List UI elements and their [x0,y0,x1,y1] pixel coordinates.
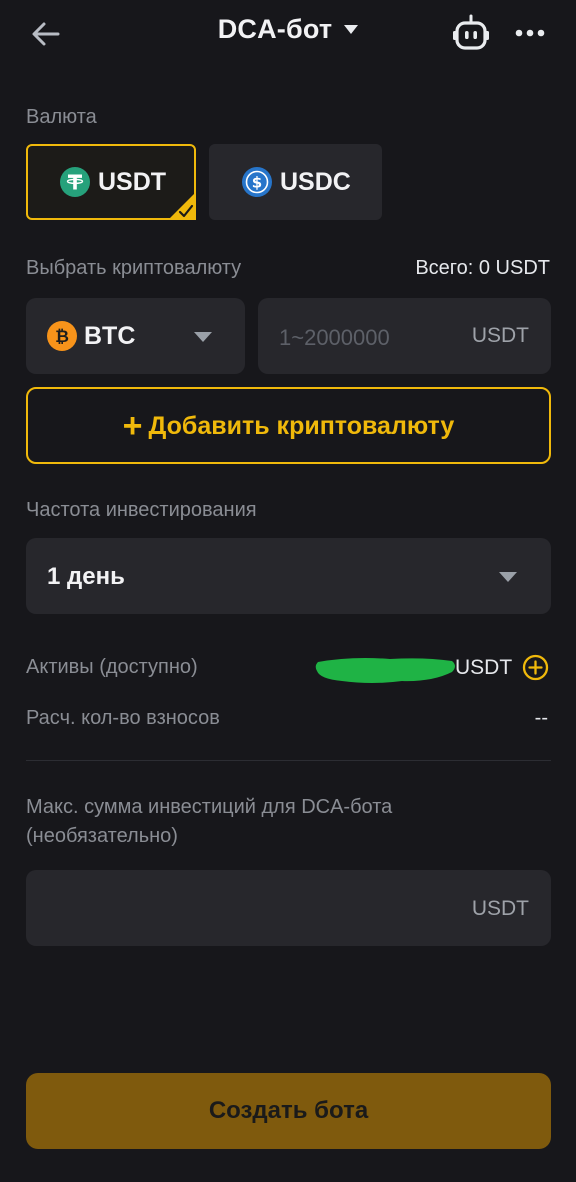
plus-circle-icon[interactable] [522,654,549,681]
redacted-balance [315,658,455,683]
chevron-down-icon [194,332,212,342]
contributions-label: Расч. кол-во взносов [26,707,220,729]
chevron-down-icon [344,25,359,34]
contributions-value: -- [534,707,548,729]
currency-option-usdt[interactable]: USDT [26,144,196,220]
currency-option-usdc[interactable]: $ USDC [209,144,382,220]
page-title: DCA-бот [217,14,333,44]
currency-option-label: USDT [98,168,167,196]
create-bot-button[interactable]: Создать бота [26,1073,551,1149]
svg-text:₿: ₿ [55,327,69,347]
selected-check-icon [168,192,196,220]
max-investment-optional-label: (необязательно) [26,825,178,847]
amount-input[interactable]: 1~2000000 USDT [258,298,551,374]
robot-icon[interactable] [452,14,490,52]
frequency-select[interactable]: 1 день [26,538,551,614]
assets-label: Активы (доступно) [26,656,198,678]
add-crypto-label: Добавить криптовалюту [148,411,455,440]
chevron-down-icon [499,572,517,582]
crypto-select-label: Выбрать криптовалюту [26,257,242,279]
usdc-icon: $ [242,167,272,197]
currency-option-label: USDC [280,168,351,196]
coin-name: BTC [84,322,136,350]
plus-icon: + [122,407,143,445]
currency-label: Валюта [26,106,97,128]
amount-placeholder: 1~2000000 [279,325,390,350]
create-bot-label: Создать бота [208,1097,369,1124]
frequency-label: Частота инвестирования [26,499,257,521]
max-investment-label: Макс. сумма инвестиций для DCA-бота [26,796,393,818]
frequency-value: 1 день [47,563,125,590]
tether-icon [60,167,90,197]
total-value: Всего: 0 USDT [415,257,550,279]
dca-bot-screen: DCA-бот Валюта USDT $ USDC Выбрать крипт… [0,0,576,1182]
more-dots-icon[interactable] [512,18,548,48]
divider [26,760,551,761]
max-investment-input[interactable]: USDT [26,870,551,946]
max-investment-unit: USDT [471,897,529,920]
add-crypto-button[interactable]: + Добавить криптовалюту [26,387,551,464]
bitcoin-icon: ₿ [47,321,77,351]
assets-unit: USDT [455,656,513,679]
amount-unit: USDT [471,324,529,347]
coin-select[interactable]: ₿ BTC [26,298,245,374]
header: DCA-бот [0,0,576,68]
svg-text:$: $ [252,174,262,192]
